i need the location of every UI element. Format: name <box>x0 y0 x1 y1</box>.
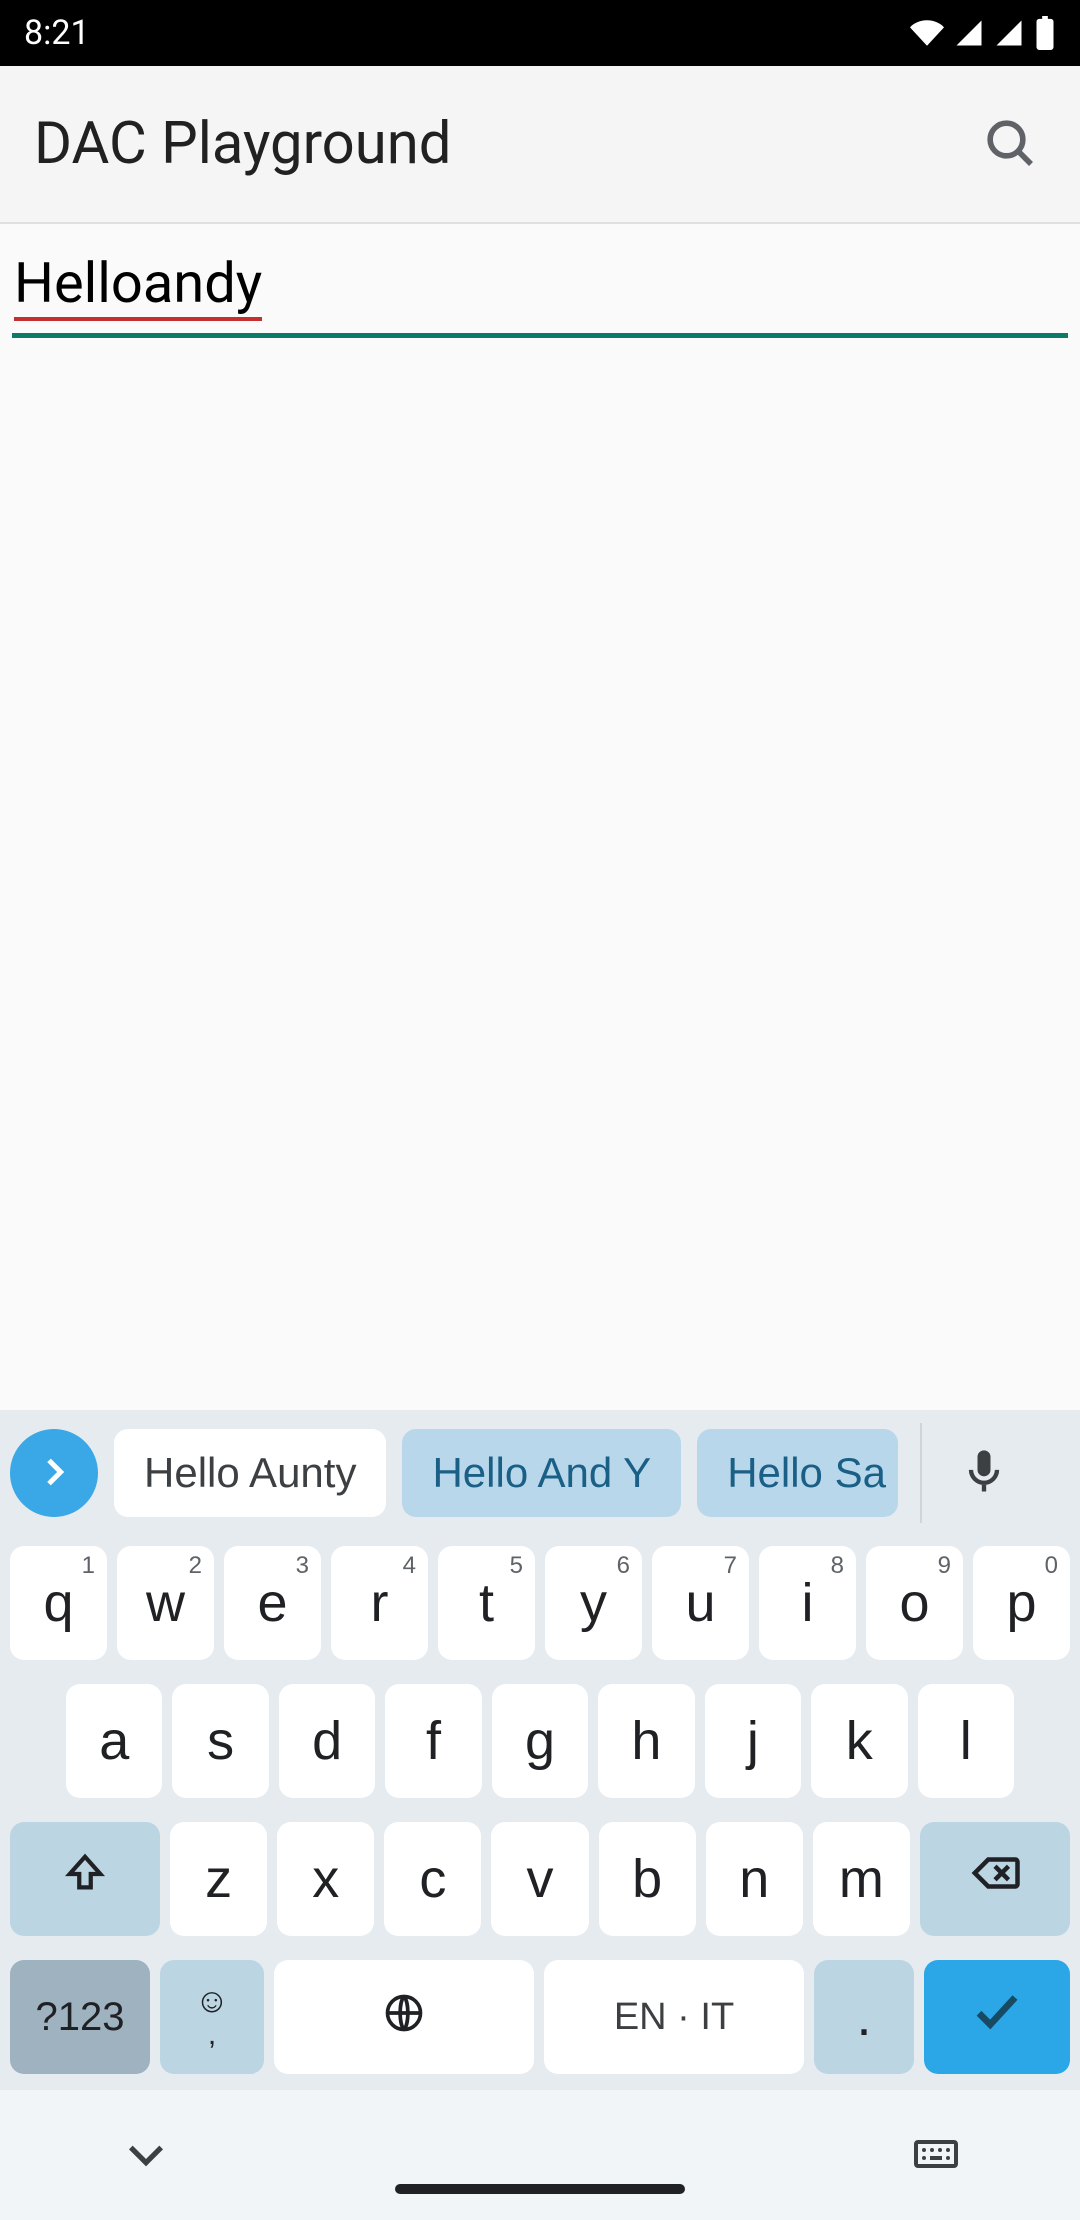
switch-keyboard-button[interactable] <box>912 2130 960 2181</box>
suggestion-divider <box>920 1423 922 1523</box>
key-e[interactable]: e3 <box>224 1546 321 1660</box>
input-text-value: Helloandy <box>14 250 262 321</box>
suggestion-text: Hello Sa <box>727 1449 886 1497</box>
signal-icon <box>994 18 1024 48</box>
chevron-right-icon <box>34 1452 74 1495</box>
keyboard-icon <box>912 2166 960 2181</box>
key-t[interactable]: t5 <box>438 1546 535 1660</box>
status-bar: 8:21 <box>0 0 1080 66</box>
key-u[interactable]: u7 <box>652 1546 749 1660</box>
key-a[interactable]: a <box>66 1684 162 1798</box>
text-input[interactable]: Helloandy <box>12 244 1068 338</box>
shift-key[interactable] <box>10 1822 160 1936</box>
space-key[interactable]: EN · IT <box>544 1960 804 2074</box>
soft-keyboard: Hello Aunty Hello And Y Hello Sa q1 w2 e… <box>0 1410 1080 2220</box>
globe-icon <box>382 1986 426 2048</box>
suggestion-text: Hello Aunty <box>144 1449 356 1497</box>
keyboard-row-2: a s d f g h j k l <box>10 1684 1070 1798</box>
key-s[interactable]: s <box>172 1684 268 1798</box>
backspace-icon <box>968 1846 1022 1913</box>
suggestion-chip[interactable]: Hello And Y <box>402 1429 681 1517</box>
key-o[interactable]: o9 <box>866 1546 963 1660</box>
key-b[interactable]: b <box>599 1822 696 1936</box>
language-key[interactable] <box>274 1960 534 2074</box>
signal-icon <box>954 18 984 48</box>
emoji-key[interactable]: ☺ , <box>160 1960 264 2074</box>
period-key[interactable]: . <box>814 1960 914 2074</box>
status-clock: 8:21 <box>24 13 90 53</box>
key-v[interactable]: v <box>491 1822 588 1936</box>
suggestion-text: Hello And Y <box>432 1449 651 1497</box>
key-i[interactable]: i8 <box>759 1546 856 1660</box>
symbols-key[interactable]: ?123 <box>10 1960 150 2074</box>
voice-input-button[interactable] <box>944 1433 1024 1513</box>
check-icon <box>970 1984 1024 2051</box>
suggestion-chip[interactable]: Hello Sa <box>697 1429 898 1517</box>
key-d[interactable]: d <box>279 1684 375 1798</box>
key-k[interactable]: k <box>811 1684 907 1798</box>
battery-icon <box>1034 16 1056 50</box>
mic-icon <box>958 1446 1010 1501</box>
suggestion-row: Hello Aunty Hello And Y Hello Sa <box>0 1410 1080 1536</box>
chevron-down-icon <box>120 2168 172 2183</box>
key-q[interactable]: q1 <box>10 1546 107 1660</box>
enter-key[interactable] <box>924 1960 1070 2074</box>
emoji-icon: ☺ , <box>195 1984 230 2050</box>
symbols-key-label: ?123 <box>36 1995 125 2040</box>
key-x[interactable]: x <box>277 1822 374 1936</box>
period-key-label: . <box>856 1986 871 2048</box>
keyboard-row-4: ?123 ☺ , EN · IT . <box>10 1960 1070 2074</box>
key-h[interactable]: h <box>598 1684 694 1798</box>
search-button[interactable] <box>974 108 1046 180</box>
key-g[interactable]: g <box>492 1684 588 1798</box>
key-p[interactable]: p0 <box>973 1546 1070 1660</box>
key-l[interactable]: l <box>918 1684 1014 1798</box>
hide-keyboard-button[interactable] <box>120 2128 172 2183</box>
space-key-label: EN · IT <box>614 1996 734 2039</box>
key-m[interactable]: m <box>813 1822 910 1936</box>
key-w[interactable]: w2 <box>117 1546 214 1660</box>
keyboard-row-3: z x c v b n m <box>10 1822 1070 1936</box>
key-r[interactable]: r4 <box>331 1546 428 1660</box>
expand-suggestions-button[interactable] <box>10 1429 98 1517</box>
key-c[interactable]: c <box>384 1822 481 1936</box>
key-z[interactable]: z <box>170 1822 267 1936</box>
search-icon <box>982 115 1038 174</box>
key-n[interactable]: n <box>706 1822 803 1936</box>
navigation-bar <box>0 2090 1080 2220</box>
app-title: DAC Playground <box>34 110 974 178</box>
key-f[interactable]: f <box>385 1684 481 1798</box>
content-area: Helloandy <box>0 224 1080 338</box>
shift-icon <box>62 1848 108 1910</box>
keyboard-row-1: q1 w2 e3 r4 t5 y6 u7 i8 o9 p0 <box>10 1546 1070 1660</box>
key-j[interactable]: j <box>705 1684 801 1798</box>
wifi-icon <box>910 16 944 50</box>
app-bar: DAC Playground <box>0 66 1080 224</box>
backspace-key[interactable] <box>920 1822 1070 1936</box>
suggestion-chip[interactable]: Hello Aunty <box>114 1429 386 1517</box>
key-y[interactable]: y6 <box>545 1546 642 1660</box>
gesture-pill[interactable] <box>395 2184 685 2194</box>
